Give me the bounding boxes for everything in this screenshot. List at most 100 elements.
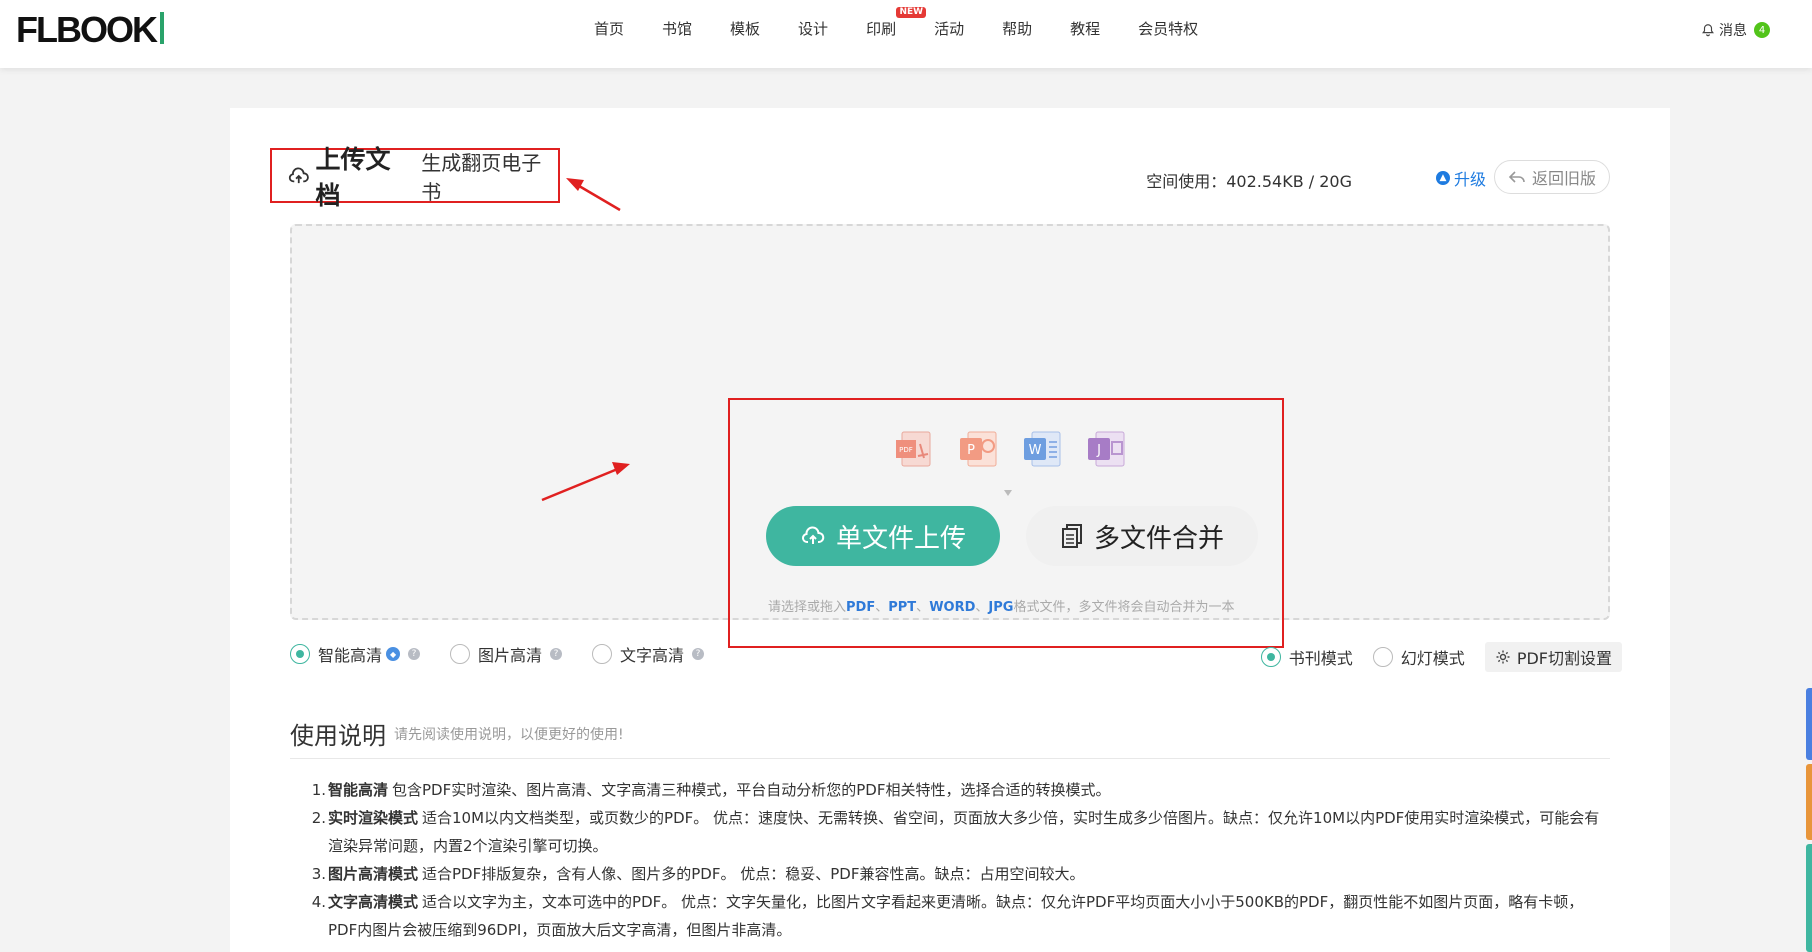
radio-label: 书刊模式 bbox=[1288, 649, 1353, 668]
list-item: 4. 文字高清模式 适合以文字为主，文本可选中的PDF。 优点：文字矢量化，比图片文… bbox=[310, 888, 1600, 944]
cloud-upload-icon bbox=[801, 526, 825, 544]
radio-slide-mode[interactable]: 幻灯模式 bbox=[1372, 645, 1465, 669]
quality-options: 智能高清 ◆? 图片高清? 文字高清? bbox=[290, 642, 705, 666]
upload-card: 上传文档 生成翻页电子书 空间使用：402.54KB / 20G ▲ 升级 返回… bbox=[230, 108, 1670, 952]
item-number: 3. bbox=[311, 865, 326, 883]
item-body: 文字高清模式 适合以文字为主，文本可选中的PDF。 优点：文字矢量化，比图片文字看… bbox=[328, 888, 1600, 944]
nav-item-design[interactable]: 设计 bbox=[798, 18, 828, 39]
mode-options: 书刊模式 幻灯模式 PDF切割设置 bbox=[1260, 642, 1622, 672]
top-header: FLBOOK 首页 书馆 模板 设计 印刷 NEW 活动 帮助 教程 会员特权 消… bbox=[0, 0, 1812, 68]
pdf-split-settings-button[interactable]: PDF切割设置 bbox=[1484, 642, 1622, 672]
upload-controls: PDF P W J 单文件上传 多文件合并 请选择或拖入PDF、PPT、WORD… bbox=[728, 398, 1284, 648]
hint-format: PDF bbox=[846, 600, 876, 615]
hint-prefix: 请选择或拖入 bbox=[768, 600, 847, 615]
radio-label: 幻灯模式 bbox=[1400, 649, 1465, 668]
nav-item-home[interactable]: 首页 bbox=[594, 18, 624, 39]
item-text: 适合以文字为主，文本可选中的PDF。 优点：文字矢量化，比图片文字看起来更清晰。… bbox=[328, 893, 1584, 939]
single-file-upload-button[interactable]: 单文件上传 bbox=[766, 506, 1000, 566]
return-icon bbox=[1508, 171, 1525, 183]
radio-label: 文字高清 bbox=[620, 646, 685, 665]
page-subtitle: 生成翻页电子书 bbox=[421, 150, 542, 204]
hint-suffix: 格式文件，多文件将会自动合并为一本 bbox=[1013, 600, 1235, 615]
radio-text-hd[interactable]: 文字高清? bbox=[592, 642, 705, 666]
item-number: 2. bbox=[311, 809, 326, 827]
nav-label: 教程 bbox=[1070, 19, 1101, 38]
upload-hint: 请选择或拖入PDF、PPT、WORD、JPG格式文件，多文件将会自动合并为一本 bbox=[768, 600, 1235, 615]
side-tab-green[interactable] bbox=[1806, 844, 1812, 952]
nav-label: 设计 bbox=[798, 19, 829, 38]
side-tab-blue[interactable] bbox=[1806, 688, 1812, 760]
radio-image-hd[interactable]: 图片高清? bbox=[450, 642, 563, 666]
gear-icon bbox=[1496, 650, 1510, 664]
nav-item-print[interactable]: 印刷 NEW bbox=[866, 6, 927, 39]
usage-list: 1. 智能高清 包含PDF实时渲染、图片高清、文字高清三种模式，平台自动分析您的PD… bbox=[310, 776, 1600, 944]
nav-item-templates[interactable]: 模板 bbox=[730, 18, 760, 39]
nav-label: 帮助 bbox=[1002, 19, 1033, 38]
logo[interactable]: FLBOOK bbox=[16, 10, 164, 50]
single-upload-label: 单文件上传 bbox=[835, 523, 966, 554]
nav-label: 书馆 bbox=[662, 19, 693, 38]
item-term: 智能高清 bbox=[328, 781, 389, 799]
svg-text:PDF: PDF bbox=[899, 446, 913, 454]
page-title-box: 上传文档 生成翻页电子书 bbox=[270, 145, 560, 210]
item-text: 包含PDF实时渲染、图片高清、文字高清三种模式，平台自动分析您的PDF相关特性，… bbox=[392, 781, 1111, 799]
nav-item-help[interactable]: 帮助 bbox=[1002, 18, 1032, 39]
nav-label: 首页 bbox=[594, 19, 625, 38]
radio-circle bbox=[1372, 647, 1393, 667]
radio-circle bbox=[1260, 647, 1281, 667]
upgrade-label: 升级 bbox=[1453, 170, 1486, 189]
nav-label: 印刷 bbox=[866, 19, 897, 38]
list-item: 2. 实时渲染模式 适合10M以内文档类型，或页数少的PDF。 优点：速度快、无需转… bbox=[310, 804, 1600, 860]
page-title: 上传文档 bbox=[315, 144, 391, 210]
svg-text:J: J bbox=[1096, 443, 1101, 458]
radio-label: 图片高清 bbox=[478, 646, 543, 665]
documents-stack-icon bbox=[1061, 524, 1082, 548]
back-to-old-version-button[interactable]: 返回旧版 bbox=[1494, 160, 1610, 194]
nav-item-library[interactable]: 书馆 bbox=[662, 18, 692, 39]
jpg-icon: J bbox=[1088, 431, 1125, 467]
radio-label: 智能高清 bbox=[318, 646, 383, 665]
help-icon[interactable]: ? bbox=[408, 648, 421, 660]
radio-smart-hd[interactable]: 智能高清 ◆? bbox=[290, 642, 421, 666]
svg-text:P: P bbox=[967, 443, 975, 458]
logo-text: FLBOOK bbox=[16, 9, 158, 50]
item-body: 智能高清 包含PDF实时渲染、图片高清、文字高清三种模式，平台自动分析您的PDF相… bbox=[328, 776, 1110, 804]
side-tab-orange[interactable] bbox=[1806, 764, 1812, 840]
nav-item-events[interactable]: 活动 bbox=[934, 18, 964, 39]
main-nav: 首页 书馆 模板 设计 印刷 NEW 活动 帮助 教程 会员特权 bbox=[594, 0, 1236, 56]
item-body: 图片高清模式 适合PDF排版复杂，含有人像、图片多的PDF。 优点：稳妥、PDF兼… bbox=[328, 860, 1084, 888]
messages-label: 消息 bbox=[1719, 23, 1747, 39]
pdf-icon: PDF bbox=[896, 431, 931, 467]
item-number: 4. bbox=[311, 893, 326, 911]
multi-merge-label: 多文件合并 bbox=[1093, 523, 1224, 554]
upgrade-icon: ▲ bbox=[1435, 171, 1450, 185]
cloud-upload-icon bbox=[288, 167, 309, 183]
space-usage: 空间使用：402.54KB / 20G bbox=[1146, 172, 1352, 191]
nav-label: 活动 bbox=[934, 19, 965, 38]
nav-item-membership[interactable]: 会员特权 bbox=[1138, 18, 1198, 39]
word-icon: W bbox=[1024, 431, 1061, 467]
nav-item-tutorials[interactable]: 教程 bbox=[1070, 18, 1100, 39]
pdf-setting-label: PDF切割设置 bbox=[1516, 649, 1612, 668]
item-text: 适合10M以内文档类型，或页数少的PDF。 优点：速度快、无需转换、省空间，页面… bbox=[328, 809, 1600, 855]
help-icon[interactable]: ? bbox=[550, 648, 563, 660]
logo-bar bbox=[159, 12, 164, 44]
svg-text:W: W bbox=[1029, 443, 1042, 458]
messages-button[interactable]: 消息 4 bbox=[1701, 20, 1770, 40]
file-drop-zone[interactable]: PDF P W J 单文件上传 多文件合并 请选择或拖入PDF、PPT、WORD… bbox=[290, 224, 1610, 648]
messages-count-badge: 4 bbox=[1754, 22, 1770, 38]
item-body: 实时渲染模式 适合10M以内文档类型，或页数少的PDF。 优点：速度快、无需转换、… bbox=[328, 804, 1600, 860]
item-term: 文字高清模式 bbox=[328, 893, 419, 911]
hint-format: JPG bbox=[988, 600, 1014, 615]
multi-file-merge-button[interactable]: 多文件合并 bbox=[1026, 506, 1258, 566]
nav-label: 会员特权 bbox=[1138, 19, 1199, 38]
radio-circle bbox=[592, 644, 613, 664]
help-icon[interactable]: ? bbox=[692, 648, 705, 660]
hint-format: PPT bbox=[888, 600, 917, 615]
radio-circle bbox=[450, 644, 471, 664]
list-item: 3. 图片高清模式 适合PDF排版复杂，含有人像、图片多的PDF。 优点：稳妥、PD… bbox=[310, 860, 1600, 888]
radio-book-mode[interactable]: 书刊模式 bbox=[1260, 645, 1353, 669]
usage-subtitle: 请先阅读使用说明，以便更好的使用! bbox=[394, 727, 624, 743]
upgrade-link[interactable]: ▲ 升级 bbox=[1435, 166, 1486, 190]
new-badge: NEW bbox=[896, 6, 927, 18]
